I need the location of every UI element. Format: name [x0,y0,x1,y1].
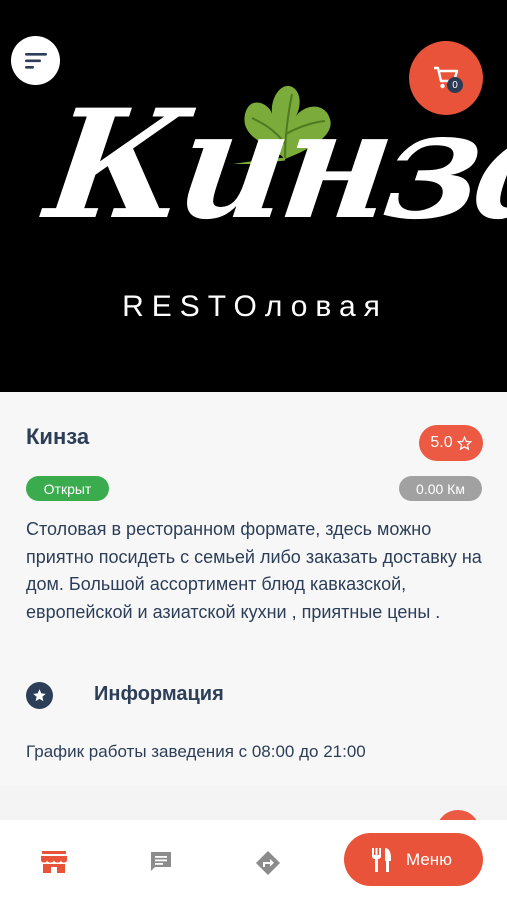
rating-value: 5.0 [430,434,453,451]
side-menu-button[interactable] [11,36,60,85]
info-section-title: Информация [94,683,224,705]
restaurant-description: Столовая в ресторанном формате, здесь мо… [26,519,482,622]
restaurant-details-card: Кинза 5.0 Открыт 0.00 Км Столовая в рест… [0,392,507,786]
nav-chat-button[interactable] [149,850,173,874]
rating-badge[interactable]: 5.0 [419,425,483,461]
restaurant-name: Кинза [26,424,90,449]
menu-button-label: Меню [406,849,452,869]
open-status-badge: Открыт [26,476,109,501]
working-hours: График работы заведения с 08:00 до 21:00 [26,742,366,761]
logo-script-text: Кинза [37,77,507,253]
sort-lines-icon [24,52,47,69]
chat-icon [151,852,171,871]
bottom-navigation: Меню [0,820,507,900]
star-outline-icon [456,435,472,450]
menu-button[interactable]: Меню [344,833,483,886]
restaurant-cover-image: Кинза RESTOловая 0 [0,0,507,392]
nav-directions-button[interactable] [255,850,281,876]
restaurant-logo: Кинза RESTOловая [38,60,507,350]
nav-store-button[interactable] [40,850,68,874]
cart-button[interactable]: 0 [409,41,483,115]
store-icon [41,851,67,873]
fork-knife-icon [372,847,391,872]
cart-count-badge: 0 [447,77,463,93]
star-circle-icon [26,682,53,709]
directions-icon [256,851,280,875]
distance-badge: 0.00 Км [399,476,482,501]
logo-subtitle: RESTOловая [122,290,388,323]
